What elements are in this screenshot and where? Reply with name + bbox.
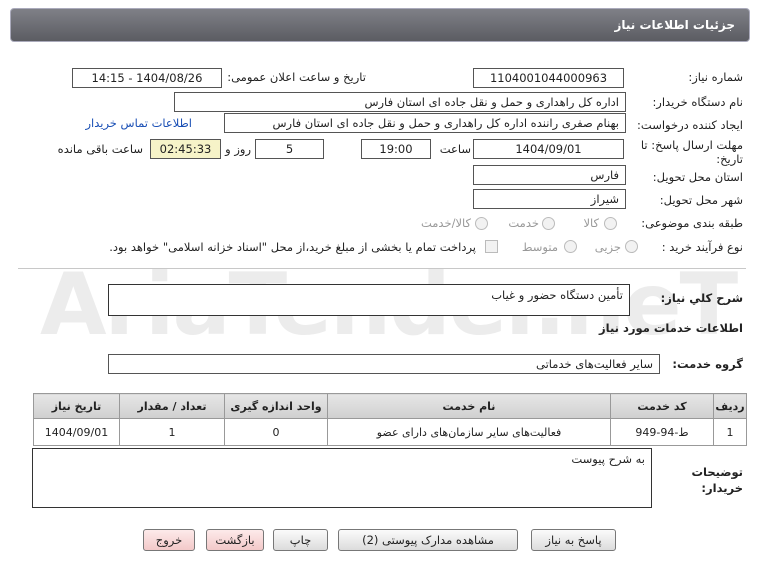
cell-date: 1404/09/01 xyxy=(33,418,120,446)
col-code: کد خدمت xyxy=(610,393,714,419)
col-name: نام خدمت xyxy=(327,393,611,419)
services-section-title: اطلاعات خدمات مورد نیاز xyxy=(599,321,743,335)
attachments-button[interactable]: مشاهده مدارک پیوستی (2) xyxy=(338,529,518,551)
service-group-label: گروه خدمت: xyxy=(672,357,743,371)
purchase-type-label: نوع فرآیند خرید : xyxy=(661,240,743,254)
table-header-row: ردیف کد خدمت نام خدمت واحد اندازه گیری ت… xyxy=(33,393,747,419)
title-bar: جزئیات اطلاعات نیاز xyxy=(10,8,750,42)
days-field: 5 xyxy=(255,139,324,159)
city-field: شیراز xyxy=(473,189,626,209)
col-date: تاریخ نیاز xyxy=(33,393,120,419)
creator-field: بهنام صفری راننده اداره کل راهداری و حمل… xyxy=(224,113,626,133)
divider xyxy=(18,268,746,269)
purchase-minor-radio[interactable] xyxy=(625,240,638,253)
category-service-label: خدمت xyxy=(508,216,539,230)
col-unit: واحد اندازه گیری xyxy=(224,393,328,419)
category-goods-label: کالا xyxy=(583,216,599,230)
deadline-date-field: 1404/09/01 xyxy=(473,139,624,159)
treasury-checkbox[interactable] xyxy=(485,240,498,253)
services-table: ردیف کد خدمت نام خدمت واحد اندازه گیری ت… xyxy=(33,393,747,446)
days-label: روز و xyxy=(225,142,251,156)
deadline-label: مهلت ارسال پاسخ: تا xyxy=(640,138,743,152)
buyer-contact-link[interactable]: اطلاعات تماس خریدار xyxy=(85,116,192,130)
category-service-radio[interactable] xyxy=(542,217,555,230)
col-qty: تعداد / مقدار xyxy=(119,393,225,419)
province-label: استان محل تحویل: xyxy=(652,170,743,184)
category-goods-radio[interactable] xyxy=(604,217,617,230)
category-goods-service-radio[interactable] xyxy=(475,217,488,230)
announce-field: 1404/08/26 - 14:15 xyxy=(72,68,222,88)
cell-row: 1 xyxy=(713,418,747,446)
category-label: طبقه بندی موضوعی: xyxy=(641,216,743,230)
remaining-label: ساعت باقی مانده xyxy=(57,142,143,156)
purchase-minor-label: جزیی xyxy=(594,240,621,254)
exit-button[interactable]: خروج xyxy=(143,529,195,551)
purchase-medium-label: متوسط xyxy=(521,240,558,254)
creator-label: ایجاد کننده درخواست: xyxy=(637,118,743,132)
cell-qty: 1 xyxy=(119,418,225,446)
deadline-label-2: تاریخ: xyxy=(716,152,743,166)
summary-label: شرح کلي نياز: xyxy=(660,291,743,305)
cell-name: فعالیت‌های سایر سازمان‌های دارای عضو xyxy=(327,418,611,446)
purchase-medium-radio[interactable] xyxy=(564,240,577,253)
city-label: شهر محل تحویل: xyxy=(659,193,743,207)
announce-label: تاریخ و ساعت اعلان عمومی: xyxy=(227,70,366,84)
back-button[interactable]: بازگشت xyxy=(206,529,264,551)
remaining-time-field: 02:45:33 xyxy=(150,139,221,159)
category-goods-service-label: کالا/خدمت xyxy=(420,216,471,230)
notes-label: توضیحات xyxy=(691,465,744,479)
need-number-field: 1104001044000963 xyxy=(473,68,624,88)
col-row: ردیف xyxy=(713,393,747,419)
reply-button[interactable]: پاسخ به نیاز xyxy=(531,529,616,551)
summary-field: تأمین دستگاه حضور و غیاب xyxy=(108,284,630,316)
buyer-org-field: اداره کل راهداری و حمل و نقل جاده ای است… xyxy=(174,92,626,112)
print-button[interactable]: چاپ xyxy=(273,529,328,551)
table-row: 1 ط-94-949 فعالیت‌های سایر سازمان‌های دا… xyxy=(33,418,747,446)
notes-label-2: خریدار: xyxy=(701,481,743,495)
buyer-org-label: نام دستگاه خریدار: xyxy=(652,95,743,109)
province-field: فارس xyxy=(473,165,626,185)
time-label: ساعت xyxy=(439,142,471,156)
need-number-label: شماره نیاز: xyxy=(688,70,743,84)
deadline-time-field: 19:00 xyxy=(361,139,431,159)
notes-field: به شرح پیوست xyxy=(32,448,652,508)
service-group-field: سایر فعالیت‌های خدماتی xyxy=(108,354,660,374)
cell-unit: 0 xyxy=(224,418,328,446)
payment-note: پرداخت تمام یا بخشی از مبلغ خرید،از محل … xyxy=(109,240,476,254)
page-title: جزئیات اطلاعات نیاز xyxy=(614,18,735,32)
cell-code: ط-94-949 xyxy=(610,418,714,446)
